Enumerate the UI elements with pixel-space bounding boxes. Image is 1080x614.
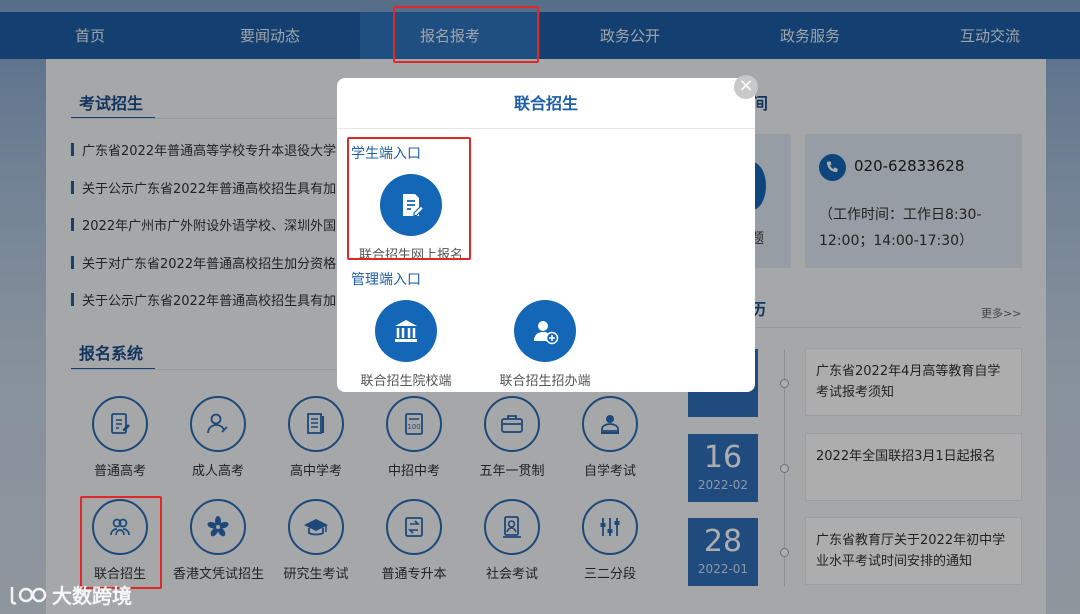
institution-building-icon — [375, 300, 437, 362]
add-user-icon — [514, 300, 576, 362]
admin-institution-portal[interactable]: 联合招生院校端 — [351, 300, 461, 389]
entry-label: 联合招生招办端 — [499, 374, 591, 389]
entry-label: 联合招生院校端 — [360, 374, 452, 389]
student-entry-label: 学生端入口 — [351, 146, 421, 162]
watermark: 大数跨境 — [8, 580, 132, 609]
close-icon[interactable]: × — [734, 75, 758, 99]
entry-label: 联合招生网上报名 — [358, 248, 463, 263]
joint-admission-modal: 联合招生 学生端入口 联合招生网上报名 管理端入口 联合招生院校端 联合招生招办… — [337, 78, 755, 392]
admin-entry-label: 管理端入口 — [351, 272, 421, 288]
watermark-logo-icon — [10, 586, 47, 605]
student-online-registration[interactable]: 联合招生网上报名 — [351, 174, 471, 263]
edit-document-icon — [380, 174, 442, 236]
modal-title: 联合招生 — [337, 78, 755, 129]
admin-office-portal[interactable]: 联合招生招办端 — [490, 300, 600, 389]
watermark-text: 大数跨境 — [52, 584, 132, 608]
